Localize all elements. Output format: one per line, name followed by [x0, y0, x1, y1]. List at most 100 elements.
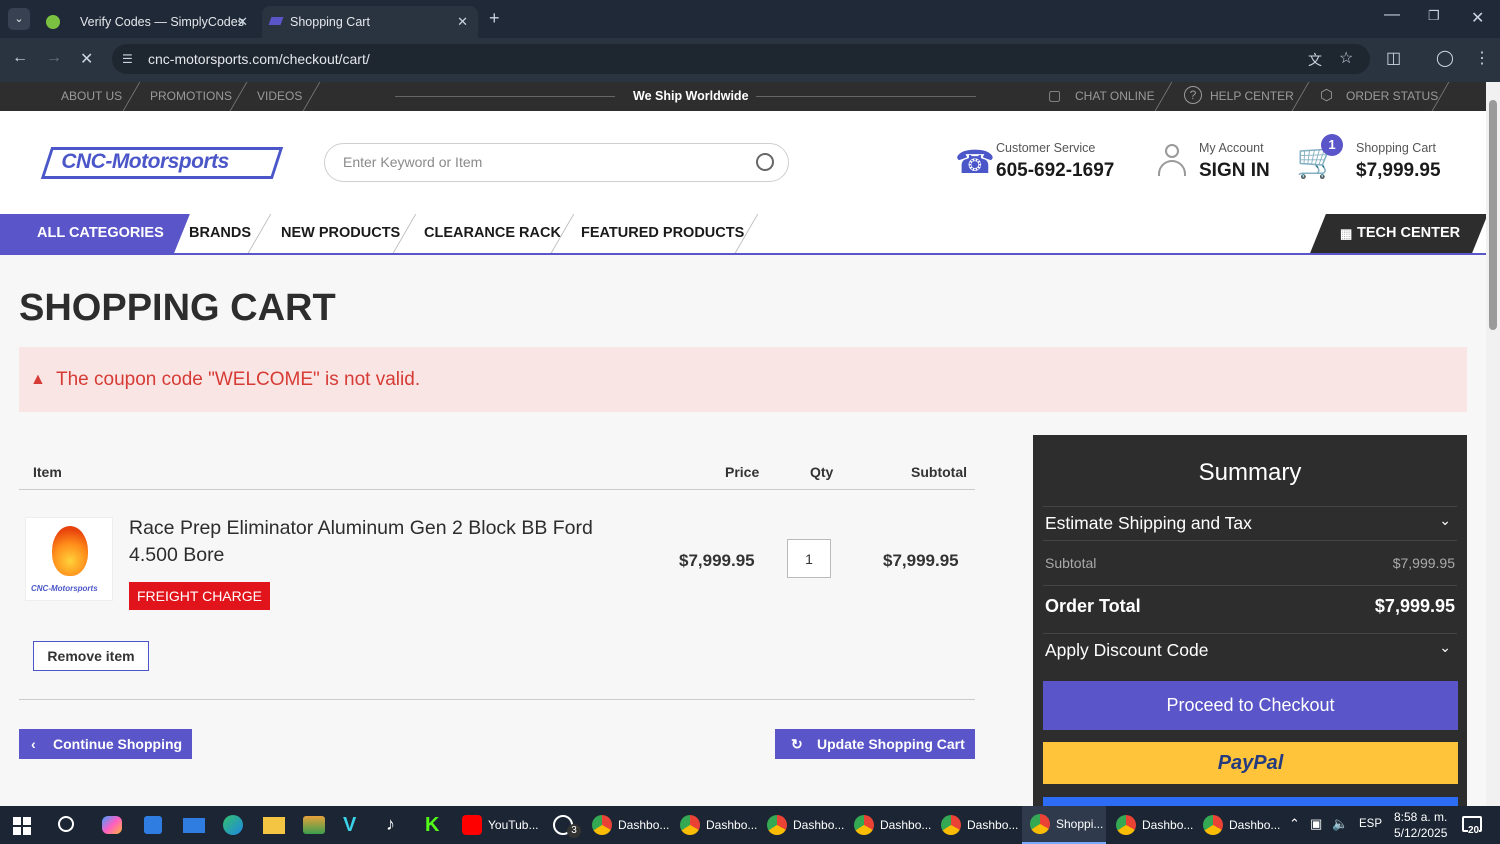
update-cart-button[interactable]: ↻ Update Shopping Cart [775, 729, 975, 759]
estimate-shipping-toggle[interactable]: Estimate Shipping and Tax ⌄ [1043, 506, 1457, 541]
tab-list-dropdown[interactable]: ⌄ [8, 8, 30, 30]
profile-icon[interactable]: ◯ [1436, 48, 1454, 68]
page-scrollbar[interactable] [1486, 82, 1500, 806]
search-icon[interactable] [756, 153, 774, 171]
taskbar-dashboard-4[interactable]: Dashbo... [854, 806, 931, 844]
search-input[interactable]: Enter Keyword or Item [324, 143, 789, 182]
continue-shopping-button[interactable]: ‹ Continue Shopping [19, 729, 192, 759]
kick-icon[interactable]: K [425, 814, 439, 837]
taskbar-dashboard-2[interactable]: Dashbo... [680, 806, 757, 844]
close-tab-icon[interactable]: ✕ [237, 14, 248, 30]
warning-icon: ▲ [30, 371, 46, 388]
order-total-row: Order Total $7,999.95 [1043, 585, 1457, 634]
taskbar-dashboard-7[interactable]: Dashbo... [1203, 806, 1280, 844]
order-status-link[interactable]: ORDER STATUS [1346, 89, 1438, 103]
url-bar[interactable]: ☰ cnc-motorsports.com/checkout/cart/ [112, 44, 1370, 74]
minimize-button[interactable]: — [1384, 6, 1400, 24]
extensions-icon[interactable]: ◫ [1386, 48, 1401, 68]
col-subtotal: Subtotal [911, 464, 967, 480]
translate-icon[interactable]: 文 [1308, 50, 1322, 70]
videos-link[interactable]: VIDEOS [257, 89, 302, 103]
copilot-icon[interactable] [102, 816, 122, 834]
col-item: Item [33, 464, 62, 480]
alert-text: The coupon code "WELCOME" is not valid. [56, 369, 421, 390]
bookmark-star-icon[interactable]: ☆ [1339, 48, 1353, 68]
volume-icon[interactable]: 🔈 [1332, 816, 1348, 832]
coupon-error-alert: ▲ The coupon code "WELCOME" is not valid… [19, 347, 1467, 412]
tray-chevron-up-icon[interactable]: ⌃ [1289, 816, 1300, 832]
nav-new-products[interactable]: NEW PRODUCTS [281, 214, 400, 253]
clock-date[interactable]: 5/12/2025 [1394, 826, 1447, 840]
close-tab-icon[interactable]: ✕ [457, 14, 468, 30]
tab-label: Shopping Cart [290, 15, 370, 29]
help-center-link[interactable]: HELP CENTER [1210, 89, 1294, 103]
chrome-icon [767, 815, 787, 835]
site-info-icon[interactable]: ☰ [122, 44, 133, 74]
tiktok-icon[interactable]: ♪ [386, 814, 395, 835]
nav-clearance-rack[interactable]: CLEARANCE RACK [424, 214, 561, 253]
paypal-button[interactable]: PayPal [1043, 742, 1458, 784]
simplycodes-icon [46, 15, 60, 29]
clock-time[interactable]: 8:58 a. m. [1394, 810, 1447, 824]
network-icon[interactable]: ▣ [1310, 816, 1322, 832]
col-price: Price [725, 464, 760, 480]
app-icon[interactable] [303, 816, 325, 834]
sign-in-link[interactable]: SIGN IN [1199, 160, 1270, 182]
tab-shopping-cart[interactable]: Shopping Cart ✕ [262, 6, 478, 38]
product-name[interactable]: Race Prep Eliminator Aluminum Gen 2 Bloc… [129, 515, 629, 569]
we-ship-worldwide: We Ship Worldwide [633, 89, 749, 103]
page-title: SHOPPING CART [19, 287, 336, 329]
chat-icon: ▢ [1048, 87, 1062, 103]
chat-online-link[interactable]: CHAT ONLINE [1075, 89, 1155, 103]
promotions-link[interactable]: PROMOTIONS [150, 89, 232, 103]
chrome-icon [1030, 814, 1050, 834]
taskbar-youtube[interactable]: YouTub... [462, 806, 538, 844]
about-us-link[interactable]: ABOUT US [61, 89, 122, 103]
v-app-icon[interactable]: V [343, 814, 356, 837]
browser-menu-icon[interactable]: ⋮ [1474, 48, 1490, 68]
close-window-button[interactable]: ✕ [1471, 8, 1484, 28]
windows-taskbar: V ♪ K YouTub... 3 Dashbo... Dashbo... Da… [0, 806, 1500, 844]
order-summary: Summary Estimate Shipping and Tax ⌄ Subt… [1033, 435, 1467, 815]
nav-brands[interactable]: BRANDS [189, 214, 251, 253]
product-thumbnail[interactable]: CNC-Motorsports [25, 517, 113, 601]
edge-icon[interactable] [223, 815, 243, 835]
nav-featured-products[interactable]: FEATURED PRODUCTS [581, 214, 744, 253]
refresh-icon: ↻ [791, 736, 803, 752]
youtube-icon [462, 815, 482, 835]
shopping-cart-label: Shopping Cart [1356, 141, 1436, 155]
taskbar-dashboard-3[interactable]: Dashbo... [767, 806, 844, 844]
language-indicator[interactable]: ESP [1359, 818, 1382, 830]
remove-item-button[interactable]: Remove item [33, 641, 149, 671]
tech-center-label[interactable]: TECH CENTER [1357, 214, 1460, 253]
forward-button[interactable]: → [46, 49, 62, 67]
apply-discount-toggle[interactable]: Apply Discount Code ⌄ [1043, 635, 1457, 669]
taskbar-dashboard-6[interactable]: Dashbo... [1116, 806, 1193, 844]
taskbar-dashboard-1[interactable]: Dashbo... [592, 806, 669, 844]
file-explorer-icon[interactable] [263, 817, 285, 834]
new-tab-button[interactable]: + [489, 8, 500, 29]
cart-total[interactable]: $7,999.95 [1356, 160, 1441, 182]
restore-button[interactable]: ❐ [1428, 8, 1440, 24]
proceed-to-checkout-button[interactable]: Proceed to Checkout [1043, 681, 1458, 730]
back-button[interactable]: ← [12, 49, 28, 67]
scroll-thumb[interactable] [1489, 100, 1497, 330]
qty-input[interactable] [787, 539, 831, 578]
flame-icon [52, 526, 88, 576]
tab-simplycodes[interactable]: Verify Codes — SimplyCodes ✕ [34, 6, 258, 38]
taskbar-shopping-cart[interactable]: Shoppi... [1022, 806, 1106, 844]
phone-number[interactable]: 605-692-1697 [996, 160, 1114, 182]
divider [19, 699, 975, 700]
search-icon[interactable] [58, 816, 74, 832]
calculator-icon: ▦ [1340, 226, 1353, 241]
site-logo[interactable]: CNC-Motorsports [40, 147, 284, 179]
box-icon: ⬡ [1320, 87, 1334, 104]
col-qty: Qty [810, 464, 834, 480]
taskbar-whatsapp[interactable]: 3 [553, 806, 581, 844]
mail-icon[interactable] [183, 818, 205, 833]
store-icon[interactable] [144, 816, 162, 834]
taskbar-dashboard-5[interactable]: Dashbo... [941, 806, 1018, 844]
nav-all-categories-label[interactable]: ALL CATEGORIES [37, 214, 164, 253]
windows-start-icon[interactable] [13, 817, 31, 835]
stop-loading-button[interactable]: ✕ [80, 49, 93, 69]
